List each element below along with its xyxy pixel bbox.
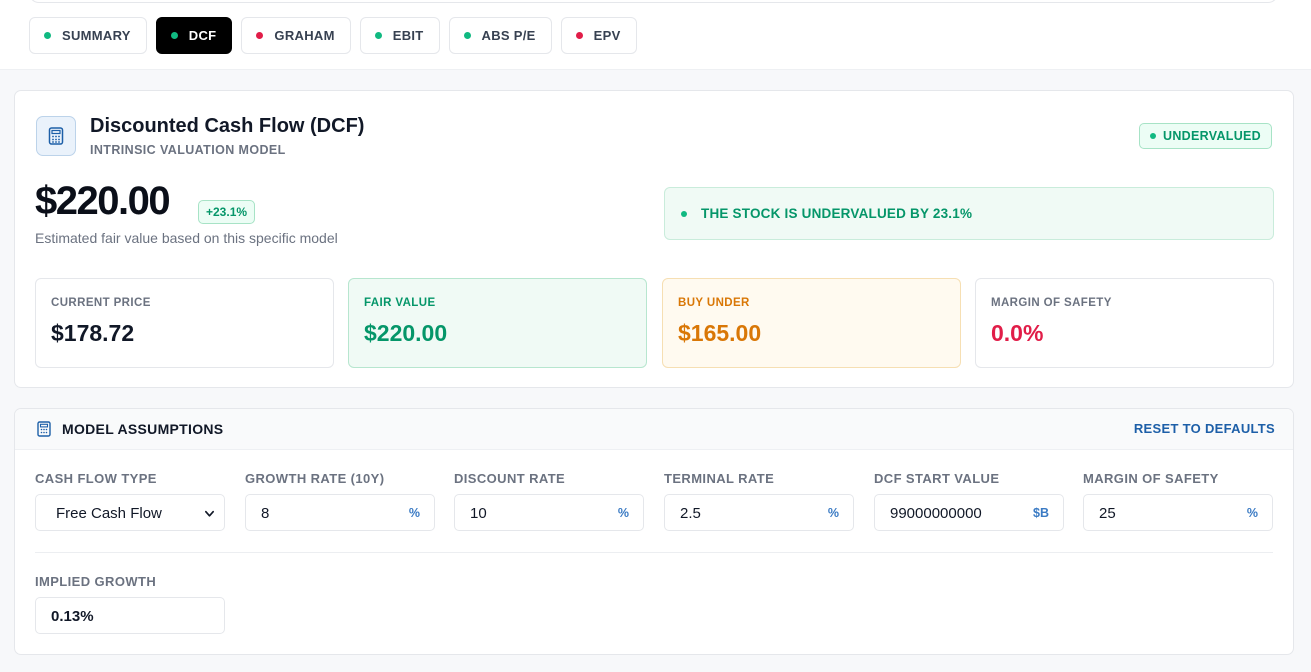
field-label: DISCOUNT RATE: [454, 471, 566, 486]
tab-abs-pe[interactable]: ABS P/E: [448, 17, 552, 54]
assumptions-header: MODEL ASSUMPTIONS RESET TO DEFAULTS: [15, 409, 1293, 450]
field-label: GROWTH RATE (10Y): [245, 471, 385, 486]
field-terminal-rate: TERMINAL RATE 2.5 %: [664, 471, 854, 531]
tab-label: ABS P/E: [481, 28, 536, 43]
tab-label: EPV: [593, 28, 621, 43]
status-dot-icon: [44, 32, 51, 39]
tab-label: GRAHAM: [274, 28, 335, 43]
metric-buy-under: BUY UNDER $165.00: [662, 278, 961, 368]
status-dot-icon: [681, 210, 687, 217]
metric-fair-value: FAIR VALUE $220.00: [348, 278, 647, 368]
tab-label: SUMMARY: [62, 28, 131, 43]
status-dot-icon: [374, 32, 382, 39]
unit-label: $B: [1033, 506, 1049, 520]
field-growth-rate: GROWTH RATE (10Y) 8 %: [245, 471, 435, 531]
model-title: Discounted Cash Flow (DCF): [90, 115, 365, 137]
field-label: DCF START VALUE: [874, 471, 1000, 486]
unit-label: %: [827, 506, 839, 520]
input-value: 8: [261, 505, 270, 522]
status-dot-icon: [256, 32, 264, 39]
metric-margin-of-safety: MARGIN OF SAFETY 0.0%: [975, 278, 1274, 368]
tab-label: EBIT: [392, 28, 424, 43]
calculator-icon: [36, 116, 76, 156]
input-value: 25: [1099, 505, 1116, 522]
assumptions-title: MODEL ASSUMPTIONS: [62, 421, 224, 437]
field-label: IMPLIED GROWTH: [35, 574, 157, 589]
metric-label: FAIR VALUE: [364, 297, 436, 309]
verdict-banner: THE STOCK IS UNDERVALUED BY 23.1%: [664, 187, 1274, 240]
metric-label: MARGIN OF SAFETY: [991, 297, 1112, 309]
fair-value-headline: $220.00: [35, 179, 171, 223]
field-label: MARGIN OF SAFETY: [1083, 471, 1219, 486]
tab-graham[interactable]: GRAHAM: [241, 17, 351, 54]
metric-current-price: CURRENT PRICE $178.72: [35, 278, 334, 368]
previous-card-edge: [29, 0, 1278, 3]
status-badge: UNDERVALUED: [1139, 123, 1272, 149]
input-value: 99000000000: [890, 505, 982, 522]
margin-of-safety-input[interactable]: 25 %: [1083, 494, 1273, 531]
status-dot-icon: [463, 32, 471, 39]
status-dot-icon: [1150, 133, 1157, 139]
metric-value: $220.00: [364, 320, 448, 346]
metric-label: BUY UNDER: [678, 297, 750, 309]
metric-label: CURRENT PRICE: [51, 297, 151, 309]
field-label: TERMINAL RATE: [664, 471, 775, 486]
implied-growth-value: 0.13%: [51, 608, 94, 625]
tab-dcf[interactable]: DCF: [155, 17, 233, 54]
status-dot-icon: [575, 32, 583, 39]
status-badge-label: UNDERVALUED: [1163, 129, 1261, 143]
tab-bar: SUMMARY DCF GRAHAM EBIT ABS P/E EPV: [0, 0, 1311, 70]
reset-defaults-button[interactable]: RESET TO DEFAULTS: [1134, 421, 1275, 436]
divider: [35, 552, 1273, 553]
field-margin-of-safety: MARGIN OF SAFETY 25 %: [1083, 471, 1273, 531]
field-discount-rate: DISCOUNT RATE 10 %: [454, 471, 644, 531]
metric-value: $178.72: [51, 320, 135, 346]
verdict-text: THE STOCK IS UNDERVALUED BY 23.1%: [701, 206, 973, 221]
assumptions-card: MODEL ASSUMPTIONS RESET TO DEFAULTS CASH…: [14, 408, 1294, 655]
field-dcf-start-value: DCF START VALUE 99000000000 $B: [874, 471, 1064, 531]
valuation-card: Discounted Cash Flow (DCF) INTRINSIC VAL…: [14, 90, 1294, 388]
input-value: 10: [470, 505, 487, 522]
tab-summary[interactable]: SUMMARY: [29, 17, 147, 54]
fair-value-note: Estimated fair value based on this speci…: [35, 230, 338, 246]
input-value: 2.5: [680, 505, 701, 522]
field-implied-growth: IMPLIED GROWTH 0.13%: [35, 574, 225, 634]
cash-flow-type-select[interactable]: Free Cash Flow: [35, 494, 225, 531]
terminal-rate-input[interactable]: 2.5 %: [664, 494, 854, 531]
upside-badge: +23.1%: [198, 200, 256, 224]
model-tabs: SUMMARY DCF GRAHAM EBIT ABS P/E EPV: [29, 17, 637, 54]
chevron-down-icon: [205, 510, 214, 517]
dcf-start-value-input[interactable]: 99000000000 $B: [874, 494, 1064, 531]
metric-value: $165.00: [678, 320, 762, 346]
status-dot-icon: [170, 32, 178, 39]
implied-growth-display: 0.13%: [35, 597, 225, 634]
model-subtitle: INTRINSIC VALUATION MODEL: [90, 143, 286, 157]
unit-label: %: [1246, 506, 1258, 520]
calculator-icon: [37, 421, 51, 437]
field-label: CASH FLOW TYPE: [35, 471, 157, 486]
tab-label: DCF: [188, 28, 217, 43]
growth-rate-input[interactable]: 8 %: [245, 494, 435, 531]
select-value: Free Cash Flow: [56, 505, 162, 522]
tab-epv[interactable]: EPV: [560, 17, 637, 54]
metric-value: 0.0%: [991, 320, 1044, 346]
discount-rate-input[interactable]: 10 %: [454, 494, 644, 531]
unit-label: %: [617, 506, 629, 520]
tab-ebit[interactable]: EBIT: [359, 17, 440, 54]
unit-label: %: [408, 506, 420, 520]
field-cash-flow-type: CASH FLOW TYPE Free Cash Flow: [35, 471, 225, 531]
